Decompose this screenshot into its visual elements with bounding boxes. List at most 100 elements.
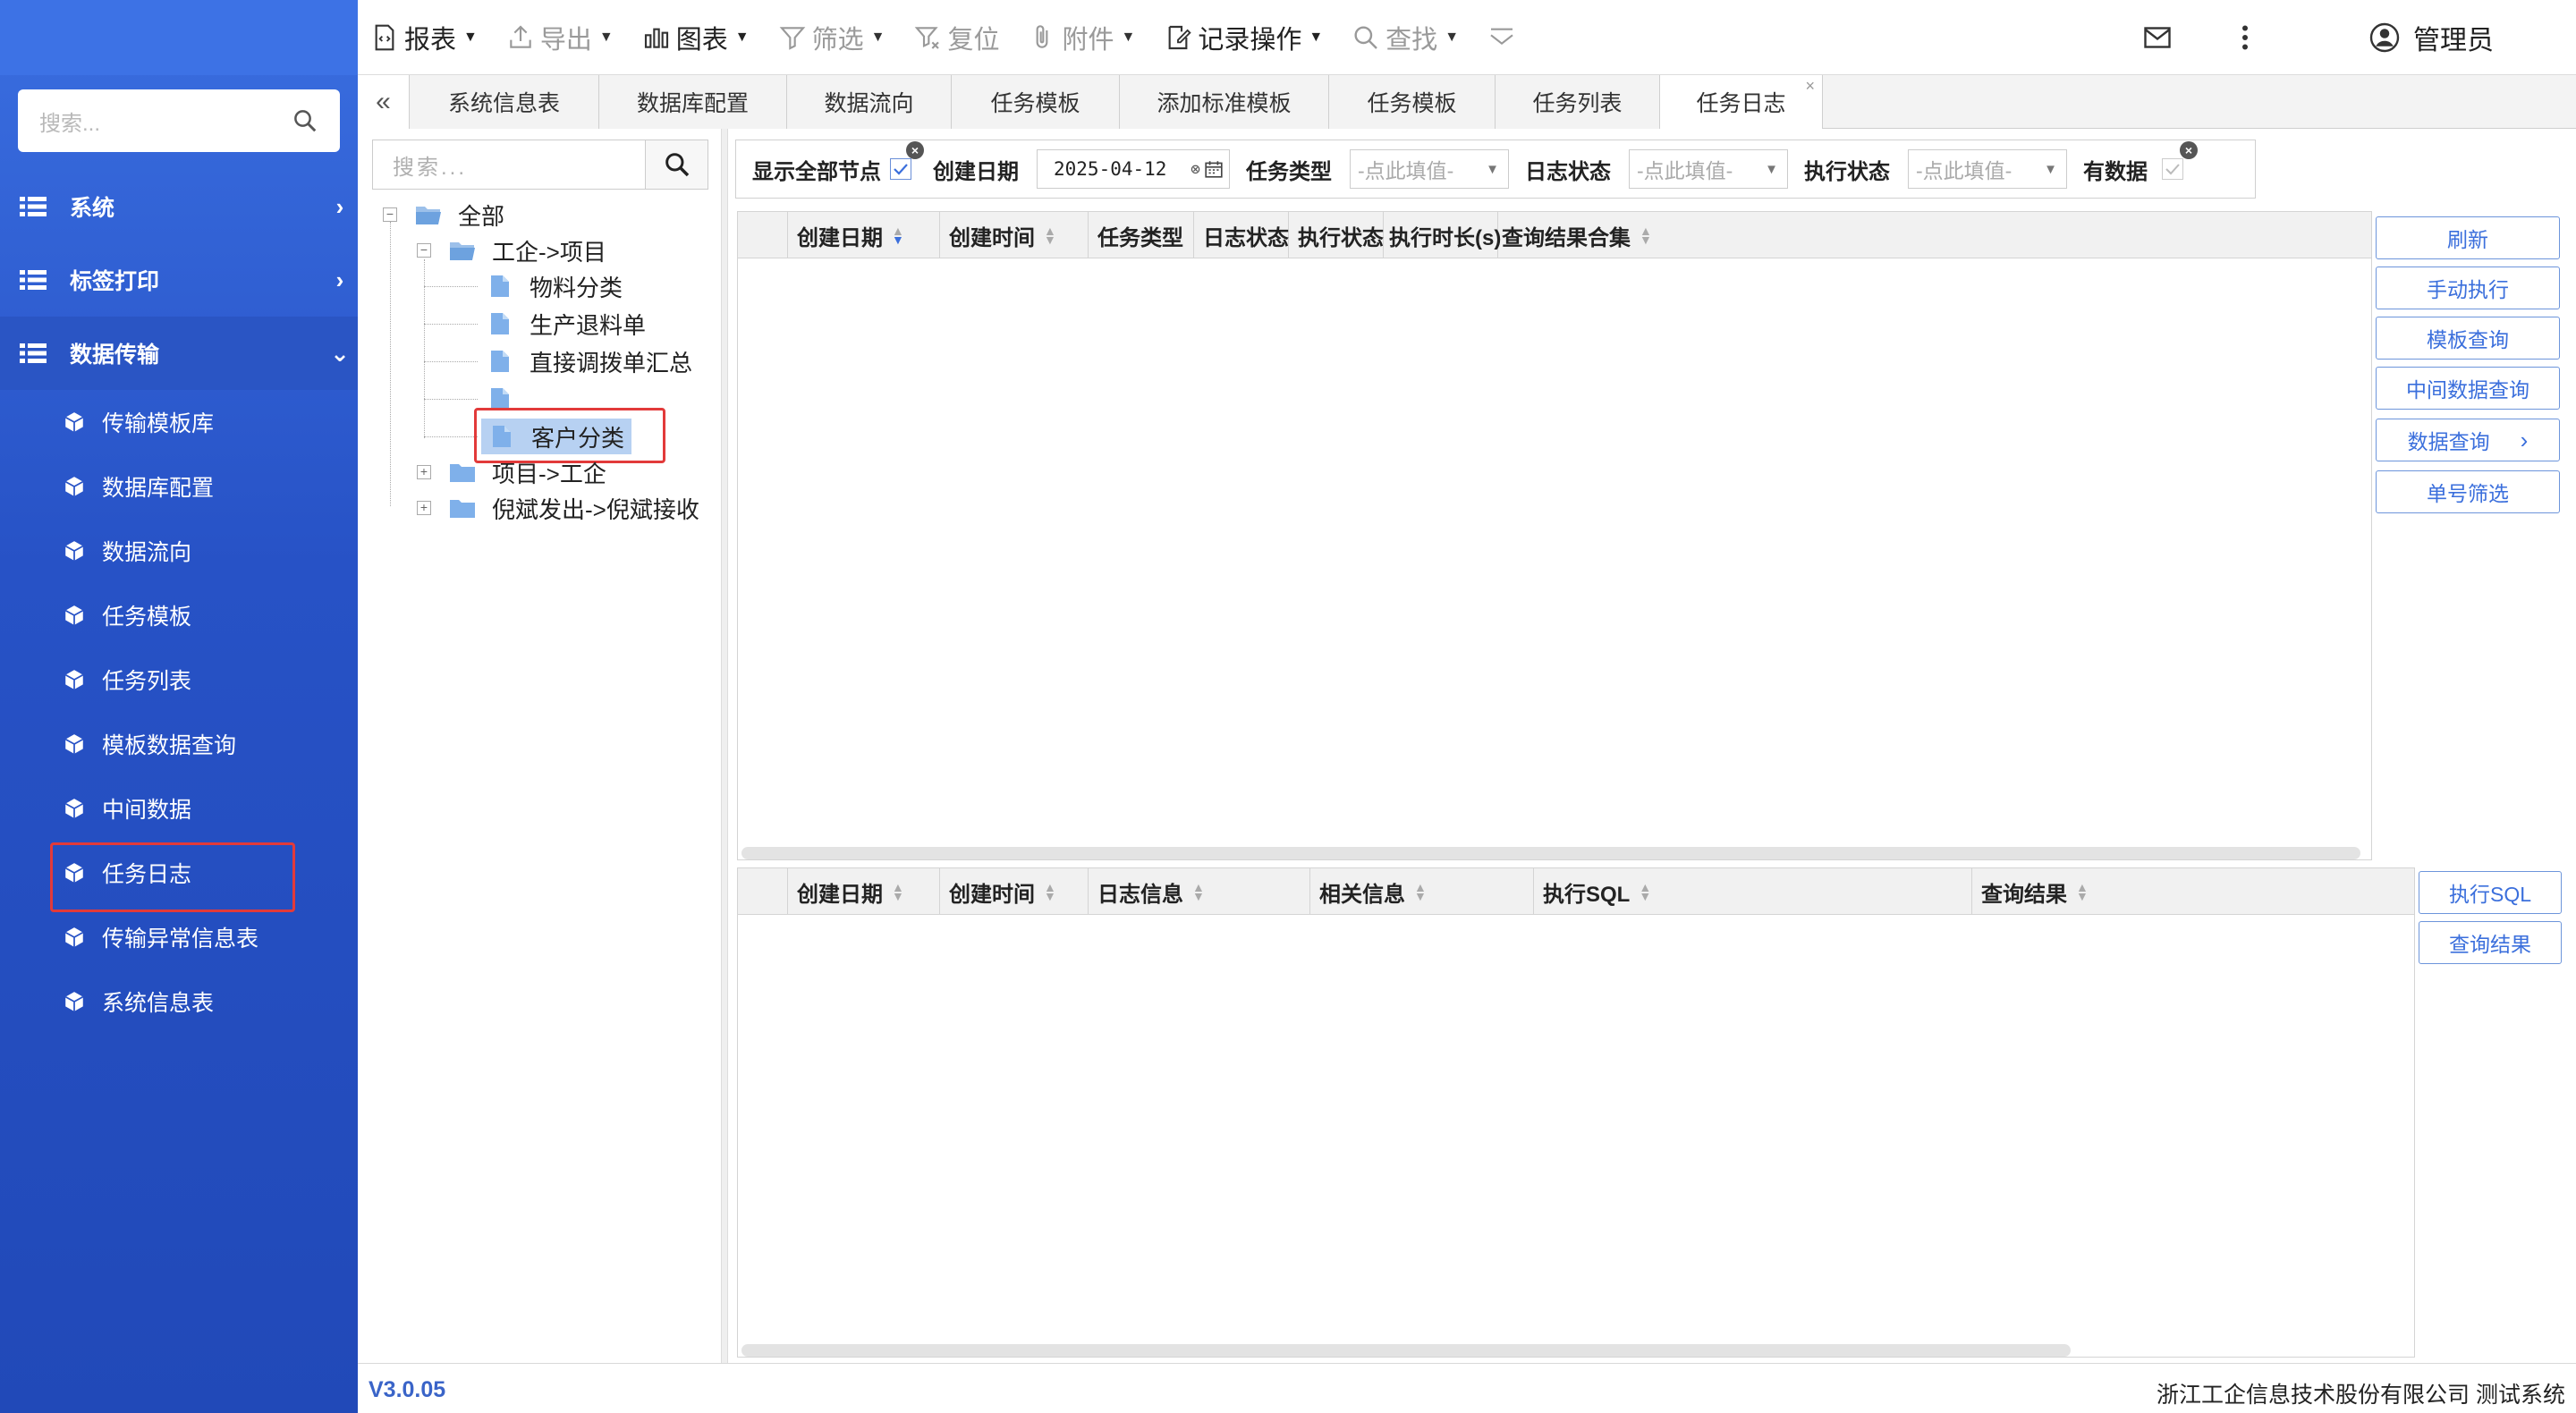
template-query-button[interactable]: 模板查询: [2376, 317, 2560, 360]
tree-search-button[interactable]: [645, 140, 708, 189]
sort-icon[interactable]: ▲ ▼: [892, 881, 904, 902]
panel-splitter[interactable]: [721, 129, 728, 1363]
tree-node-leaf[interactable]: 直接调拨单汇总: [487, 343, 692, 379]
sidebar-group-system[interactable]: 系统 ›: [0, 170, 358, 243]
find-button[interactable]: 查找 ▼: [1337, 0, 1473, 75]
chart-button[interactable]: 图表 ▼: [628, 0, 764, 75]
exec-sql-button[interactable]: 执行SQL: [2419, 871, 2562, 914]
sort-icon[interactable]: ▲ ▼: [1044, 224, 1056, 246]
column-header[interactable]: 查询结果 ▲ ▼: [1972, 868, 2411, 915]
tree-node-folder[interactable]: 项目->工企: [449, 454, 606, 490]
tab-data-flow[interactable]: 数据流向: [787, 75, 952, 129]
column-header[interactable]: 执行状态: [1289, 212, 1384, 258]
tab-system-info[interactable]: 系统信息表: [410, 75, 599, 129]
report-button[interactable]: 报表 ▼: [358, 0, 492, 75]
exec-status-select[interactable]: -点此填值- ▼: [1908, 149, 2067, 189]
search-icon[interactable]: [292, 107, 318, 134]
tree-collapse-toggle[interactable]: −: [417, 243, 431, 258]
mail-icon[interactable]: [2141, 21, 2174, 54]
middle-data-query-button[interactable]: 中间数据查询: [2376, 367, 2560, 410]
horizontal-scrollbar[interactable]: [741, 847, 2360, 859]
column-header[interactable]: 创建日期 ▲ ▼: [788, 212, 940, 258]
sidebar-item-task-list[interactable]: 任务列表: [0, 647, 358, 712]
sidebar-item-template-data-query[interactable]: 模板数据查询: [0, 712, 358, 776]
column-header[interactable]: 执行SQL ▲ ▼: [1534, 868, 1972, 915]
more-tools-button[interactable]: [1473, 0, 1536, 75]
column-header[interactable]: 创建时间 ▲ ▼: [940, 868, 1089, 915]
tab-add-standard-template[interactable]: 添加标准模板: [1120, 75, 1329, 129]
sort-icon[interactable]: ▲ ▼: [1044, 881, 1056, 902]
sidebar-item-system-info[interactable]: 系统信息表: [0, 969, 358, 1034]
sidebar-item-middle-data[interactable]: 中间数据: [0, 776, 358, 841]
sidebar-group-data-transfer[interactable]: 数据传输 ⌄: [0, 317, 358, 390]
tab-task-log[interactable]: 任务日志 ×: [1660, 75, 1823, 129]
tab-task-template[interactable]: 任务模板: [952, 75, 1120, 129]
cube-icon: [64, 992, 84, 1011]
manual-exec-button[interactable]: 手动执行: [2376, 267, 2560, 309]
sidebar-item-db-config[interactable]: 数据库配置: [0, 454, 358, 519]
show-all-nodes-checkbox[interactable]: [890, 158, 911, 180]
column-header[interactable]: 查询结果合集 ▲ ▼: [1498, 212, 1677, 258]
column-header[interactable]: 创建时间 ▲ ▼: [940, 212, 1089, 258]
column-header[interactable]: 日志状态: [1194, 212, 1289, 258]
number-filter-button[interactable]: 单号筛选: [2376, 470, 2560, 513]
log-status-select[interactable]: -点此填值- ▼: [1629, 149, 1788, 189]
sort-icon[interactable]: ▲ ▼: [1192, 881, 1205, 902]
column-header[interactable]: 相关信息 ▲ ▼: [1310, 868, 1534, 915]
filter-button[interactable]: 筛选 ▼: [764, 0, 900, 75]
record-ops-button[interactable]: 记录操作 ▼: [1149, 0, 1337, 75]
attachment-button[interactable]: 附件 ▼: [1013, 0, 1149, 75]
sort-icon[interactable]: ▲ ▼: [1414, 881, 1427, 902]
tree-node-leaf[interactable]: 生产退料单: [487, 306, 646, 342]
query-result-button[interactable]: 查询结果: [2419, 921, 2562, 964]
more-vertical-icon[interactable]: [2229, 21, 2261, 54]
clear-date-icon[interactable]: ⊗: [1191, 160, 1200, 179]
column-header[interactable]: 执行时长(s): [1384, 212, 1501, 258]
collapse-sidebar-icon[interactable]: «: [358, 75, 410, 129]
tree-expand-toggle[interactable]: +: [417, 465, 431, 479]
sidebar-item-data-flow[interactable]: 数据流向: [0, 519, 358, 583]
reset-button[interactable]: 复位: [899, 0, 1013, 75]
sidebar-item-transfer-template-lib[interactable]: 传输模板库: [0, 390, 358, 454]
tree-node-folder[interactable]: 工企->项目: [449, 233, 606, 268]
tree-expand-toggle[interactable]: +: [417, 501, 431, 515]
tree-collapse-toggle[interactable]: −: [383, 207, 397, 222]
export-button[interactable]: 导出 ▼: [492, 0, 628, 75]
column-label: 日志状态: [1203, 225, 1289, 250]
tree-search-placeholder: 搜索...: [393, 155, 468, 180]
tree-node-label: 全部: [458, 202, 505, 230]
tab-task-list[interactable]: 任务列表: [1496, 75, 1660, 129]
refresh-button[interactable]: 刷新: [2376, 216, 2560, 259]
sort-desc-icon[interactable]: ▲ ▼: [892, 224, 904, 246]
close-icon[interactable]: ×: [1805, 77, 1815, 96]
clear-icon[interactable]: ×: [2180, 140, 2198, 159]
task-type-select[interactable]: -点此填值- ▼: [1350, 149, 1509, 189]
sidebar-item-transfer-exception[interactable]: 传输异常信息表: [0, 905, 358, 969]
exec-status-filter: 执行状态 -点此填值- ▼: [1804, 149, 2067, 189]
clear-icon[interactable]: ×: [906, 140, 924, 159]
user-name[interactable]: 管理员: [2413, 18, 2494, 57]
sort-icon[interactable]: ▲ ▼: [2076, 881, 2089, 902]
column-header[interactable]: 日志信息 ▲ ▼: [1089, 868, 1310, 915]
data-query-button[interactable]: 数据查询 ›: [2376, 419, 2560, 461]
column-header[interactable]: 任务类型: [1089, 212, 1194, 258]
tab-task-template-2[interactable]: 任务模板: [1329, 75, 1496, 129]
clear-filter-icon: [915, 26, 940, 49]
user-icon[interactable]: [2368, 21, 2401, 54]
sidebar-group-label-print[interactable]: 标签打印 ›: [0, 243, 358, 317]
sidebar-search-input[interactable]: 搜索...: [18, 89, 340, 152]
sidebar-item-task-log[interactable]: 任务日志: [0, 841, 358, 912]
tree-node-leaf[interactable]: 物料分类: [487, 268, 623, 304]
sort-icon[interactable]: ▲ ▼: [1640, 224, 1652, 246]
has-data-checkbox[interactable]: [2162, 158, 2183, 180]
calendar-icon[interactable]: [1204, 159, 1224, 179]
tree-node-root[interactable]: 全部: [415, 197, 504, 233]
tree-node-folder[interactable]: 倪斌发出->倪斌接收: [449, 490, 699, 526]
sidebar-item-task-template[interactable]: 任务模板: [0, 583, 358, 647]
tree-search-input[interactable]: 搜索...: [372, 140, 708, 190]
horizontal-scrollbar[interactable]: [741, 1344, 2071, 1357]
column-header[interactable]: 创建日期 ▲ ▼: [788, 868, 940, 915]
sort-icon[interactable]: ▲ ▼: [1639, 881, 1651, 902]
tab-db-config[interactable]: 数据库配置: [599, 75, 787, 129]
create-date-input[interactable]: 2025-04-12 ⊗: [1037, 149, 1230, 189]
